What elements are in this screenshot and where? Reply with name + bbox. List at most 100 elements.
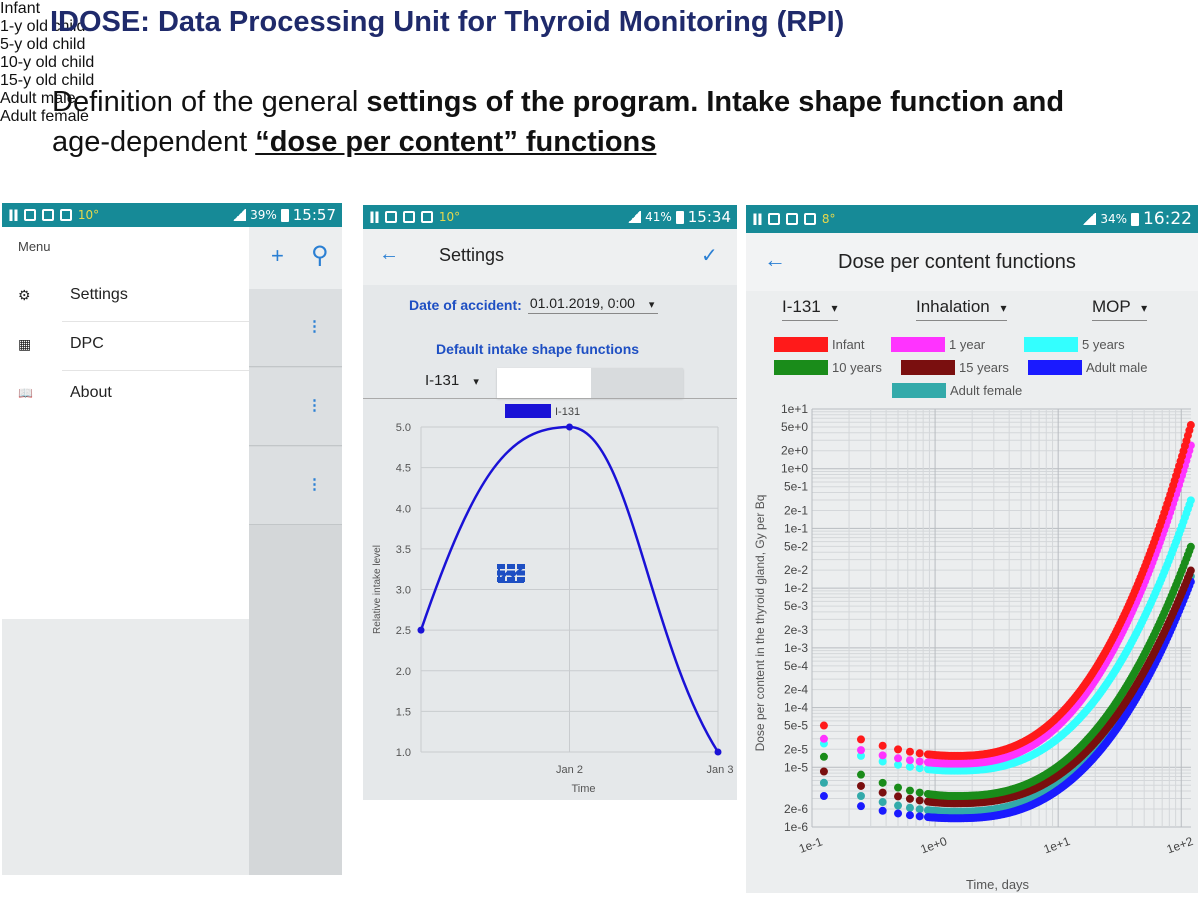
phone-dpc-screen: II 8° 34% 16:22 ← Dose per content funct… [746, 205, 1198, 893]
battery-percent: 39% [250, 208, 277, 222]
toolbar: + ⚲ [249, 227, 342, 289]
status-bar: II 10° 41% 15:34 [363, 205, 737, 229]
y-tick-label: 5e-2 [784, 539, 808, 553]
x-axis-label: Time [571, 783, 595, 795]
y-tick-label: 2e-5 [784, 742, 808, 756]
data-point [905, 811, 914, 820]
y-tick-label: 2e+0 [781, 444, 808, 458]
intake-route-dropdown[interactable]: Inhalation ▾ [916, 297, 1007, 321]
menu-item-settings[interactable]: ⚙ Settings [2, 270, 249, 320]
data-point [894, 745, 903, 754]
isotope-dropdown[interactable]: I-131 ▾ [425, 372, 479, 389]
app-bar: ← Settings ✓ [363, 229, 737, 285]
phone-menu-screen: II 10° 39% 15:57 + ⚲ ⋮ ⋮ ⋮ Menu ⚙ Settin… [2, 203, 342, 875]
legend-label: 1 year [949, 337, 986, 352]
phone-settings-screen: II 10° 41% 15:34 ← Settings ✓ Date of ac… [363, 205, 737, 800]
series-1-year [819, 441, 1195, 768]
legend-swatch [1028, 360, 1082, 375]
isotope-dropdown[interactable]: I-131 ▾ [782, 297, 838, 321]
y-tick-label: 3.5 [396, 544, 411, 556]
back-arrow-icon[interactable]: ← [764, 247, 786, 273]
chart-view-button[interactable] [498, 368, 683, 583]
data-point [819, 767, 828, 776]
y-tick-label: 1e+1 [781, 402, 808, 416]
data-point [856, 791, 865, 800]
chevron-down-icon: ▾ [1000, 301, 1007, 315]
date-label: Date of accident: [409, 296, 522, 313]
legend-label: 10 years [832, 360, 882, 375]
pause-icon: II [8, 205, 19, 225]
data-point [1186, 542, 1195, 551]
screen-title: Dose per content functions [838, 251, 1076, 273]
legend-label: Adult male [1086, 360, 1147, 375]
x-axis-label: Time, days [966, 877, 1030, 892]
clock-time: 16:22 [1143, 209, 1192, 229]
data-point [856, 781, 865, 790]
more-options-icon[interactable]: ⋮ [307, 475, 322, 493]
menu-item-label: Settings [70, 286, 128, 303]
y-tick-label: 4.5 [396, 463, 411, 475]
temperature-text: 10° [438, 210, 461, 224]
menu-item-about[interactable]: 📖 About [2, 368, 249, 418]
legend-swatch [1024, 337, 1078, 352]
gallery-icon [41, 209, 54, 221]
data-point [915, 805, 924, 814]
legend-swatch [892, 383, 946, 398]
list-item[interactable] [249, 447, 342, 525]
legend-swatch [505, 404, 551, 418]
divider [363, 398, 737, 399]
data-point [915, 812, 924, 821]
y-tick-label: 4.0 [396, 503, 411, 515]
list-item[interactable] [249, 289, 342, 367]
book-icon: 📖 [18, 386, 33, 400]
notification-icon [384, 211, 397, 223]
data-point [856, 802, 865, 811]
data-point [915, 749, 924, 758]
legend-swatch [901, 360, 955, 375]
x-tick-label: 1e+0 [919, 834, 949, 857]
data-point [905, 786, 914, 795]
isotope-row: I-131 ▾ [419, 368, 683, 583]
table-view-button[interactable] [497, 368, 591, 582]
menu-item-label: DPC [70, 335, 104, 352]
y-tick-label: 2e-3 [784, 623, 808, 637]
data-point [856, 770, 865, 779]
x-tick-label: Jan 3 [707, 764, 734, 776]
data-point [819, 792, 828, 801]
data-point [1186, 496, 1195, 505]
pause-icon: II [752, 209, 763, 229]
back-arrow-icon[interactable]: ← [379, 243, 399, 266]
screen-title: Settings [439, 245, 505, 265]
pause-icon: II [369, 207, 380, 227]
y-tick-label: 5e-1 [784, 480, 808, 494]
chevron-down-icon: ▾ [1141, 301, 1148, 315]
signal-icon [1082, 213, 1097, 225]
data-point [915, 788, 924, 797]
model-dropdown[interactable]: MOP ▾ [1092, 297, 1148, 321]
y-tick-label: 5e-3 [784, 599, 808, 613]
slide-title: IDOSE: Data Processing Unit for Thyroid … [50, 6, 845, 38]
menu-item-dpc[interactable]: ▦ DPC [2, 319, 249, 369]
y-tick-label: 2e-4 [784, 683, 808, 697]
confirm-check-icon[interactable]: ✓ [701, 243, 718, 268]
clock-time: 15:57 [292, 206, 336, 224]
app-bar: ← Dose per content functions [746, 233, 1198, 291]
y-tick-label: 5e+0 [781, 420, 808, 434]
signal-icon [232, 209, 247, 221]
y-tick-label: 5e-5 [784, 719, 808, 733]
x-tick-label: 1e+2 [1165, 834, 1195, 857]
legend-swatch [774, 337, 828, 352]
add-icon[interactable]: + [271, 243, 284, 269]
x-tick-label: Jan 2 [556, 764, 583, 776]
x-tick-label: 1e+1 [1042, 834, 1072, 857]
data-point [417, 626, 425, 634]
data-point [894, 783, 903, 792]
more-options-icon[interactable]: ⋮ [307, 317, 322, 335]
chevron-down-icon: ▾ [648, 299, 655, 311]
date-picker[interactable]: 01.01.2019, 0:00 ▾ [527, 295, 659, 314]
signal-icon [627, 211, 642, 223]
dose-per-content-chart: Infant 1 year 5 years 10 years 15 years Adult… [753, 337, 1195, 892]
more-options-icon[interactable]: ⋮ [307, 396, 322, 414]
list-item[interactable] [249, 368, 342, 446]
search-icon[interactable]: ⚲ [311, 241, 329, 270]
